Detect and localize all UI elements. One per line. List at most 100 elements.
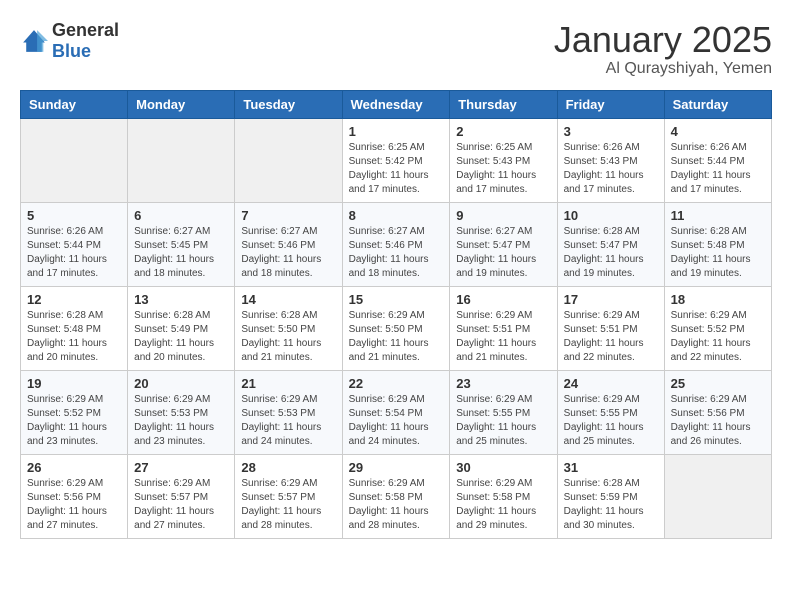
day-number: 1 [349, 124, 444, 139]
day-number: 17 [564, 292, 658, 307]
day-number: 30 [456, 460, 550, 475]
calendar-cell: 20Sunrise: 6:29 AM Sunset: 5:53 PM Dayli… [128, 370, 235, 454]
day-info: Sunrise: 6:28 AM Sunset: 5:48 PM Dayligh… [671, 225, 765, 281]
day-number: 24 [564, 376, 658, 391]
day-number: 15 [349, 292, 444, 307]
day-info: Sunrise: 6:25 AM Sunset: 5:43 PM Dayligh… [456, 141, 550, 197]
day-number: 5 [27, 208, 121, 223]
day-number: 27 [134, 460, 228, 475]
calendar-cell: 24 Sunrise: 6:29 AM Sunset: 5:55 PM Dayli… [557, 370, 664, 454]
logo: General Blue [20, 20, 119, 62]
calendar-row-2: 12 Sunrise: 6:28 AM Sunset: 5:48 PM Dayli… [21, 286, 772, 370]
day-number: 11 [671, 208, 765, 223]
day-number: 31 [564, 460, 658, 475]
day-info: Sunrise: 6:28 AM Sunset: 5:59 PM Dayligh… [564, 477, 658, 533]
col-thursday: Thursday [450, 90, 557, 118]
calendar-cell [21, 118, 128, 202]
day-info: Sunrise: 6:29 AM Sunset: 5:52 PM Dayligh… [27, 393, 121, 449]
day-number: 21 [241, 376, 335, 391]
calendar-table: Sunday Monday Tuesday Wednesday Thursday… [20, 90, 772, 539]
day-info: Sunrise: 6:26 AM Sunset: 5:44 PM Dayligh… [27, 225, 121, 281]
day-info: Sunrise: 6:29 AM Sunset: 5:50 PM Dayligh… [349, 309, 444, 365]
day-info: Sunrise: 6:29 AM Sunset: 5:51 PM Dayligh… [564, 309, 658, 365]
calendar-cell: 3 Sunrise: 6:26 AM Sunset: 5:43 PM Daylig… [557, 118, 664, 202]
calendar-cell: 1Sunrise: 6:25 AM Sunset: 5:42 PM Daylig… [342, 118, 450, 202]
day-info: Sunrise: 6:29 AM Sunset: 5:57 PM Dayligh… [241, 477, 335, 533]
calendar-cell: 19 Sunrise: 6:29 AM Sunset: 5:52 PM Dayli… [21, 370, 128, 454]
calendar-cell: 31 Sunrise: 6:28 AM Sunset: 5:59 PM Dayli… [557, 454, 664, 538]
day-info: Sunrise: 6:28 AM Sunset: 5:50 PM Dayligh… [241, 309, 335, 365]
day-info: Sunrise: 6:29 AM Sunset: 5:55 PM Dayligh… [564, 393, 658, 449]
calendar-cell: 4 Sunrise: 6:26 AM Sunset: 5:44 PM Daylig… [664, 118, 771, 202]
calendar-cell: 26 Sunrise: 6:29 AM Sunset: 5:56 PM Dayli… [21, 454, 128, 538]
calendar-cell: 16 Sunrise: 6:29 AM Sunset: 5:51 PM Dayli… [450, 286, 557, 370]
logo-text: General Blue [52, 20, 119, 62]
calendar-cell: 2 Sunrise: 6:25 AM Sunset: 5:43 PM Daylig… [450, 118, 557, 202]
day-number: 19 [27, 376, 121, 391]
day-info: Sunrise: 6:27 AM Sunset: 5:46 PM Dayligh… [349, 225, 444, 281]
day-number: 14 [241, 292, 335, 307]
day-info: Sunrise: 6:29 AM Sunset: 5:55 PM Dayligh… [456, 393, 550, 449]
month-title: January 2025 [554, 20, 772, 60]
day-info: Sunrise: 6:26 AM Sunset: 5:43 PM Dayligh… [564, 141, 658, 197]
calendar-cell: 6Sunrise: 6:27 AM Sunset: 5:45 PM Daylig… [128, 202, 235, 286]
calendar-cell: 7Sunrise: 6:27 AM Sunset: 5:46 PM Daylig… [235, 202, 342, 286]
day-info: Sunrise: 6:29 AM Sunset: 5:58 PM Dayligh… [349, 477, 444, 533]
calendar-cell: 5 Sunrise: 6:26 AM Sunset: 5:44 PM Daylig… [21, 202, 128, 286]
day-info: Sunrise: 6:29 AM Sunset: 5:57 PM Dayligh… [134, 477, 228, 533]
day-info: Sunrise: 6:29 AM Sunset: 5:53 PM Dayligh… [241, 393, 335, 449]
day-number: 13 [134, 292, 228, 307]
calendar-cell: 8 Sunrise: 6:27 AM Sunset: 5:46 PM Daylig… [342, 202, 450, 286]
calendar-cell: 12 Sunrise: 6:28 AM Sunset: 5:48 PM Dayli… [21, 286, 128, 370]
day-info: Sunrise: 6:29 AM Sunset: 5:54 PM Dayligh… [349, 393, 444, 449]
day-info: Sunrise: 6:28 AM Sunset: 5:48 PM Dayligh… [27, 309, 121, 365]
logo-blue: Blue [52, 41, 91, 61]
calendar-cell: 10Sunrise: 6:28 AM Sunset: 5:47 PM Dayli… [557, 202, 664, 286]
calendar-row-3: 19 Sunrise: 6:29 AM Sunset: 5:52 PM Dayli… [21, 370, 772, 454]
calendar-cell [664, 454, 771, 538]
calendar-cell: 21 Sunrise: 6:29 AM Sunset: 5:53 PM Dayli… [235, 370, 342, 454]
day-info: Sunrise: 6:28 AM Sunset: 5:49 PM Dayligh… [134, 309, 228, 365]
day-number: 4 [671, 124, 765, 139]
day-info: Sunrise: 6:26 AM Sunset: 5:44 PM Dayligh… [671, 141, 765, 197]
day-number: 29 [349, 460, 444, 475]
day-number: 25 [671, 376, 765, 391]
day-info: Sunrise: 6:29 AM Sunset: 5:56 PM Dayligh… [27, 477, 121, 533]
calendar-cell: 9Sunrise: 6:27 AM Sunset: 5:47 PM Daylig… [450, 202, 557, 286]
title-block: January 2025 Al Qurayshiyah, Yemen [554, 20, 772, 78]
calendar-cell: 28 Sunrise: 6:29 AM Sunset: 5:57 PM Dayli… [235, 454, 342, 538]
day-info: Sunrise: 6:27 AM Sunset: 5:47 PM Dayligh… [456, 225, 550, 281]
day-number: 28 [241, 460, 335, 475]
day-number: 3 [564, 124, 658, 139]
day-info: Sunrise: 6:29 AM Sunset: 5:51 PM Dayligh… [456, 309, 550, 365]
calendar-cell: 29 Sunrise: 6:29 AM Sunset: 5:58 PM Dayli… [342, 454, 450, 538]
calendar-cell: 22 Sunrise: 6:29 AM Sunset: 5:54 PM Dayli… [342, 370, 450, 454]
calendar-header-row: Sunday Monday Tuesday Wednesday Thursday… [21, 90, 772, 118]
day-number: 12 [27, 292, 121, 307]
calendar-row-0: 1Sunrise: 6:25 AM Sunset: 5:42 PM Daylig… [21, 118, 772, 202]
calendar-cell: 17 Sunrise: 6:29 AM Sunset: 5:51 PM Dayli… [557, 286, 664, 370]
day-number: 22 [349, 376, 444, 391]
day-info: Sunrise: 6:29 AM Sunset: 5:53 PM Dayligh… [134, 393, 228, 449]
calendar-cell: 11 Sunrise: 6:28 AM Sunset: 5:48 PM Dayli… [664, 202, 771, 286]
day-number: 18 [671, 292, 765, 307]
day-number: 6 [134, 208, 228, 223]
day-number: 26 [27, 460, 121, 475]
day-info: Sunrise: 6:29 AM Sunset: 5:58 PM Dayligh… [456, 477, 550, 533]
day-number: 8 [349, 208, 444, 223]
day-number: 2 [456, 124, 550, 139]
day-number: 7 [241, 208, 335, 223]
calendar-cell [235, 118, 342, 202]
calendar-cell: 14 Sunrise: 6:28 AM Sunset: 5:50 PM Dayli… [235, 286, 342, 370]
calendar-cell: 23 Sunrise: 6:29 AM Sunset: 5:55 PM Dayli… [450, 370, 557, 454]
calendar-cell: 25Sunrise: 6:29 AM Sunset: 5:56 PM Dayli… [664, 370, 771, 454]
day-number: 23 [456, 376, 550, 391]
day-number: 10 [564, 208, 658, 223]
logo-icon [20, 27, 48, 55]
day-number: 16 [456, 292, 550, 307]
col-tuesday: Tuesday [235, 90, 342, 118]
location-title: Al Qurayshiyah, Yemen [554, 60, 772, 78]
logo-general: General [52, 20, 119, 40]
day-info: Sunrise: 6:29 AM Sunset: 5:52 PM Dayligh… [671, 309, 765, 365]
calendar-row-4: 26 Sunrise: 6:29 AM Sunset: 5:56 PM Dayli… [21, 454, 772, 538]
